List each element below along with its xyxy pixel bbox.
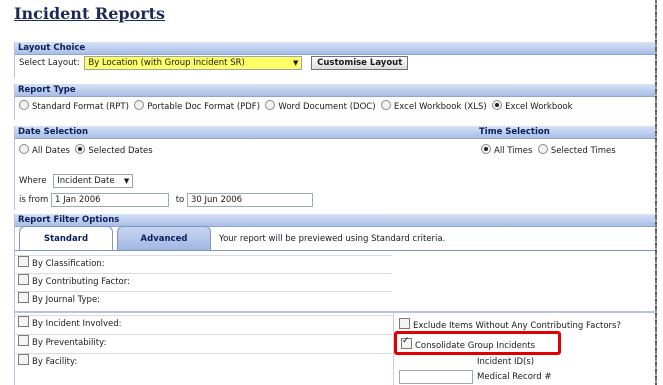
all-dates-option[interactable]: All Dates xyxy=(19,144,70,156)
from-label: is from xyxy=(19,195,49,205)
layout-select-value: By Location (with Group Incident SR) xyxy=(88,58,245,68)
journal-type-label: By Journal Type: xyxy=(32,295,101,305)
chk-exclude-items[interactable] xyxy=(399,318,410,329)
tab-standard[interactable]: Standard xyxy=(19,226,113,251)
incident-reports-page: Incident Reports Layout Choice Select La… xyxy=(0,0,655,385)
exclude-items-label: Exclude Items Without Any Contributing F… xyxy=(413,321,621,331)
radio-selected-times[interactable] xyxy=(537,144,548,154)
selected-dates-label: Selected Dates xyxy=(88,146,153,156)
radio-xls[interactable] xyxy=(380,100,391,110)
radio-doc[interactable] xyxy=(265,100,276,110)
filter-contributing-factor[interactable]: By Contributing Factor: xyxy=(15,273,392,291)
filter-options-header: Report Filter Options xyxy=(15,214,655,227)
exclude-items-row[interactable]: Exclude Items Without Any Contributing F… xyxy=(399,318,621,331)
radio-rpt[interactable] xyxy=(19,100,29,110)
layout-choice-panel: Layout Choice Select Layout: By Location… xyxy=(14,42,655,78)
date-selection-header: Date Selection Time Selection xyxy=(15,126,655,139)
callout-highlight-box xyxy=(394,331,561,355)
where-select[interactable]: Incident Date ▼ xyxy=(53,174,134,188)
filter-options-panel: Report Filter Options Standard Advanced … xyxy=(14,214,655,385)
chk-classification[interactable] xyxy=(18,256,29,267)
to-label: to xyxy=(175,195,185,205)
from-date-value: 1 Jan 2006 xyxy=(54,195,101,205)
chk-incident-involved[interactable] xyxy=(18,316,29,327)
time-radio-row: All Times Selected Times xyxy=(481,144,616,156)
radio-xlsx[interactable] xyxy=(492,100,503,110)
radio-all-dates[interactable] xyxy=(19,144,29,154)
report-type-header-label: Report Type xyxy=(18,85,76,95)
xls-label: Excel Workbook (XLS) xyxy=(393,102,487,112)
report-type-options: Standard Format (RPT) Portable Doc Forma… xyxy=(19,100,573,112)
chk-contributing-factor[interactable] xyxy=(18,274,29,285)
doc-label: Word Document (DOC) xyxy=(278,102,376,112)
tab-divider xyxy=(15,250,655,251)
radio-pdf[interactable] xyxy=(134,100,145,110)
all-times-label: All Times xyxy=(494,146,533,156)
layout-choice-header: Layout Choice xyxy=(15,42,655,55)
chk-preventability[interactable] xyxy=(18,335,29,346)
medical-record-input[interactable] xyxy=(399,370,473,384)
rpt-label: Standard Format (RPT) xyxy=(32,102,129,112)
layout-select[interactable]: By Location (with Group Incident SR) ▼ xyxy=(84,56,303,70)
filter-journal-type[interactable]: By Journal Type: xyxy=(15,291,392,309)
date-selection-panel: Date Selection Time Selection All Dates … xyxy=(14,126,655,210)
filter-preventability[interactable]: By Preventability: xyxy=(15,334,392,352)
all-dates-label: All Dates xyxy=(32,146,70,156)
layout-select-row: Select Layout: By Location (with Group I… xyxy=(19,56,409,70)
where-select-value: Incident Date xyxy=(57,176,115,186)
date-range-row: is from 1 Jan 2006 to 30 Jun 2006 xyxy=(19,193,313,207)
incident-id-label: Incident ID(s) xyxy=(477,357,535,367)
chk-journal-type[interactable] xyxy=(18,292,29,303)
selected-times-label: Selected Times xyxy=(550,146,616,156)
facility-label: By Facility: xyxy=(32,357,78,367)
report-type-option-xlsx[interactable]: Excel Workbook xyxy=(492,100,573,112)
select-layout-label: Select Layout: xyxy=(19,58,80,68)
chk-facility[interactable] xyxy=(18,354,29,365)
contributing-factor-label: By Contributing Factor: xyxy=(32,277,130,287)
tab-advanced[interactable]: Advanced xyxy=(117,226,211,251)
preventability-label: By Preventability: xyxy=(32,338,107,348)
where-label: Where xyxy=(19,176,47,186)
to-date-input[interactable]: 30 Jun 2006 xyxy=(186,193,313,207)
pdf-label: Portable Doc Format (PDF) xyxy=(147,102,261,112)
chevron-down-icon: ▼ xyxy=(123,177,130,185)
torn-edge-decoration xyxy=(655,0,663,385)
xlsx-label: Excel Workbook xyxy=(505,102,573,112)
time-selection-header: Time Selection xyxy=(479,127,550,137)
report-type-option-pdf[interactable]: Portable Doc Format (PDF) xyxy=(134,100,261,112)
report-type-option-rpt[interactable]: Standard Format (RPT) xyxy=(19,100,129,112)
radio-selected-dates[interactable] xyxy=(75,144,86,154)
customise-layout-button[interactable]: Customise Layout xyxy=(311,56,409,70)
filter-options-header-label: Report Filter Options xyxy=(18,215,120,225)
medical-record-label: Medical Record # xyxy=(477,372,552,382)
preview-note: Your report will be previewed using Stan… xyxy=(219,234,446,244)
date-selection-header-label: Date Selection xyxy=(18,127,89,137)
page-title: Incident Reports xyxy=(14,4,166,23)
report-type-option-doc[interactable]: Word Document (DOC) xyxy=(265,100,376,112)
from-date-input[interactable]: 1 Jan 2006 xyxy=(50,193,169,207)
tab-standard-label: Standard xyxy=(43,234,89,244)
chevron-down-icon: ▼ xyxy=(293,59,299,67)
date-radio-row: All Dates Selected Dates xyxy=(19,144,153,156)
report-type-option-xls[interactable]: Excel Workbook (XLS) xyxy=(380,100,487,112)
radio-all-times[interactable] xyxy=(481,144,491,154)
classification-label: By Classification: xyxy=(32,259,105,269)
filter-section-divider xyxy=(15,311,655,313)
all-times-option[interactable]: All Times xyxy=(481,144,533,156)
filter-classification[interactable]: By Classification: xyxy=(15,255,392,273)
filter-incident-involved[interactable]: By Incident Involved: xyxy=(15,315,392,333)
to-date-value: 30 Jun 2006 xyxy=(190,195,243,205)
tab-advanced-label: Advanced xyxy=(140,234,188,244)
report-type-header: Report Type xyxy=(15,84,655,97)
where-row: Where Incident Date ▼ xyxy=(19,174,134,188)
report-type-panel: Report Type Standard Format (RPT) Portab… xyxy=(14,84,655,120)
layout-choice-header-label: Layout Choice xyxy=(18,43,86,53)
incident-involved-label: By Incident Involved: xyxy=(32,319,122,329)
selected-times-option[interactable]: Selected Times xyxy=(537,144,616,156)
filter-facility[interactable]: By Facility: xyxy=(15,353,392,371)
selected-dates-option[interactable]: Selected Dates xyxy=(75,144,153,156)
